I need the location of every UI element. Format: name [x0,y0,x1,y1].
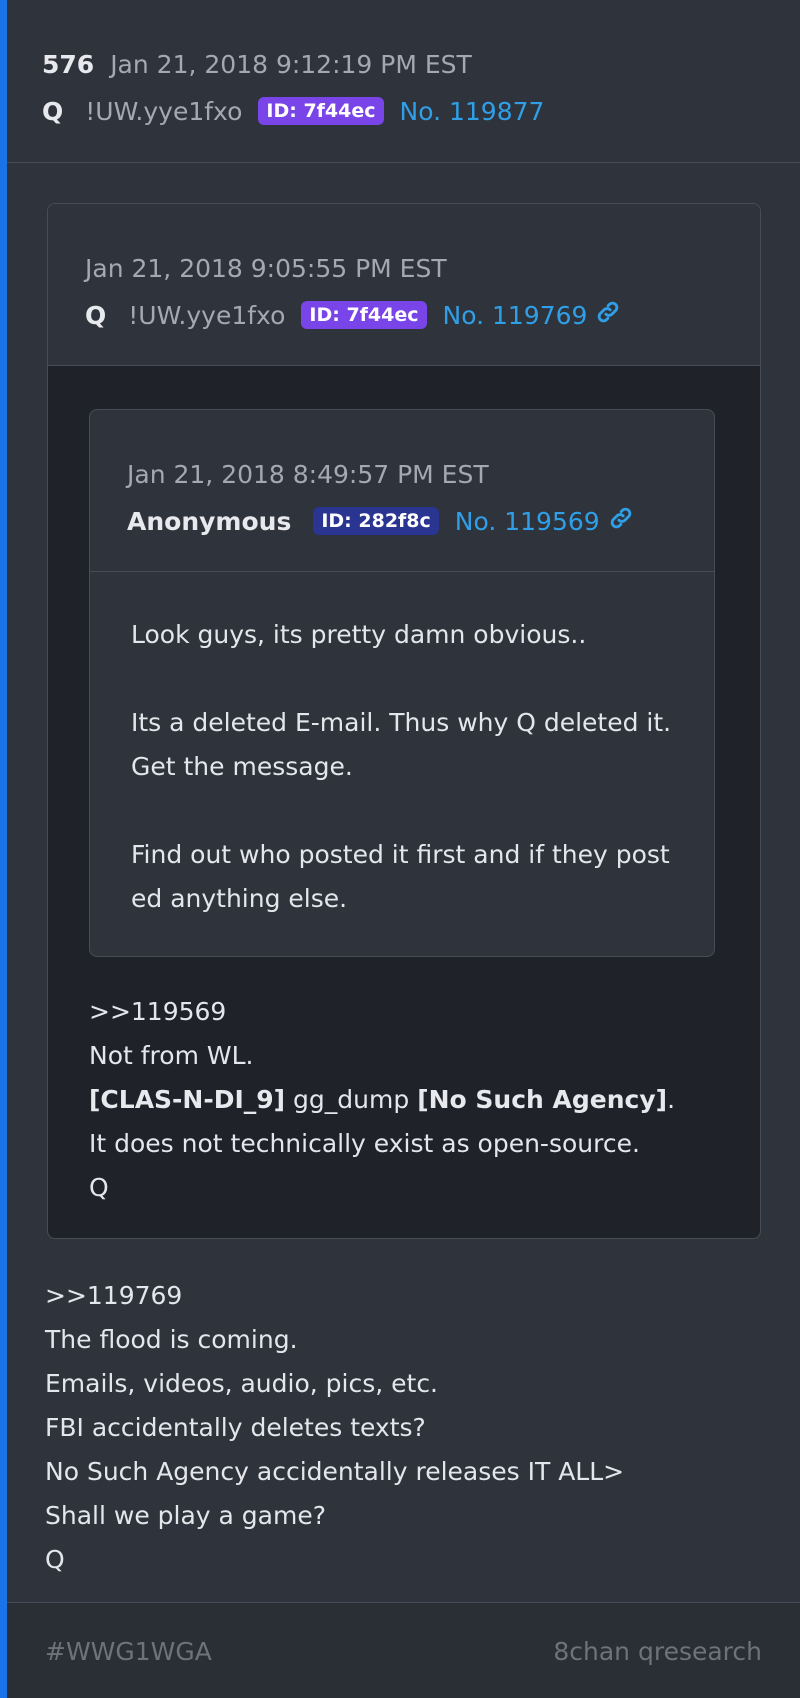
post-number-link[interactable]: No. 119877 [400,97,545,126]
post-id-badge: ID: 7f44ec [258,97,384,125]
nested-body-line: Look guys, its pretty damn obvious.. [131,620,587,649]
source-label: 8chan qresearch [553,1637,762,1666]
link-chain-icon[interactable] [608,505,634,537]
bold-text: [CLAS-N-DI_9] [89,1085,286,1114]
quoted-post: Jan 21, 2018 9:05:55 PM EST Q !UW.yye1fx… [47,203,761,1239]
body-text: . [667,1085,676,1114]
quote-reference[interactable]: >>119769 [45,1274,624,1318]
quoted-body-line: [CLAS-N-DI_9] gg_dump [No Such Agency]. [89,1078,675,1122]
post-body-line: Emails, videos, audio, pics, etc. [45,1369,439,1398]
post-body-line: FBI accidentally deletes texts? [45,1413,426,1442]
post-header: 576 Jan 21, 2018 9:12:19 PM EST Q !UW.yy… [7,0,800,163]
quoted-post-header: Jan 21, 2018 9:05:55 PM EST Q !UW.yye1fx… [48,204,760,366]
post-footer: #WWG1WGA 8chan qresearch [7,1602,800,1698]
nested-post-body: Look guys, its pretty damn obvious.. Its… [90,572,714,921]
nested-body-line: ed anything else. [131,884,348,913]
nested-post-header: Jan 21, 2018 8:49:57 PM EST Anonymous ID… [90,410,714,572]
hashtag: #WWG1WGA [45,1637,212,1666]
nested-body-line: Get the message. [131,752,353,781]
post-tripcode: !UW.yye1fxo [85,96,243,126]
nested-quoted-post: Jan 21, 2018 8:49:57 PM EST Anonymous ID… [89,409,715,957]
nested-body-line: Find out who posted it first and if they… [131,840,670,869]
quoted-post-id-badge: ID: 7f44ec [301,301,427,329]
quoted-post-number-link[interactable]: No. 119769 [443,301,588,330]
post-body-line: No Such Agency accidentally releases IT … [45,1457,625,1486]
link-chain-icon[interactable] [595,299,621,331]
nested-body-line: Its a deleted E-mail. Thus why Q deleted… [131,708,672,737]
nested-post-number-link[interactable]: No. 119569 [455,507,600,536]
post-author: Q [42,96,64,126]
post-body-line: The flood is coming. [45,1325,298,1354]
nested-post-date: Jan 21, 2018 8:49:57 PM EST [127,459,489,489]
quoted-post-author: Q [85,300,107,330]
quoted-post-body: >>119569 Not from WL. [CLAS-N-DI_9] gg_d… [89,990,675,1210]
post-body-line: Shall we play a game? [45,1501,326,1530]
post-date: Jan 21, 2018 9:12:19 PM EST [110,49,472,79]
quoted-body-line: Not from WL. [89,1041,254,1070]
bold-text: [No Such Agency] [417,1085,668,1114]
post-body-line: Q [45,1545,65,1574]
quoted-body-line: Q [89,1173,109,1202]
post-card: 576 Jan 21, 2018 9:12:19 PM EST Q !UW.yy… [0,0,800,1698]
quoted-post-date: Jan 21, 2018 9:05:55 PM EST [85,253,447,283]
post-body: >>119769 The flood is coming. Emails, vi… [45,1274,624,1582]
quoted-body-line: It does not technically exist as open-so… [89,1129,640,1158]
quoted-post-tripcode: !UW.yye1fxo [128,300,286,330]
body-text: gg_dump [285,1085,418,1114]
nested-post-id-badge: ID: 282f8c [313,507,439,535]
nested-post-author: Anonymous [127,506,292,536]
quote-reference[interactable]: >>119569 [89,990,675,1034]
post-number: 576 [42,49,95,79]
